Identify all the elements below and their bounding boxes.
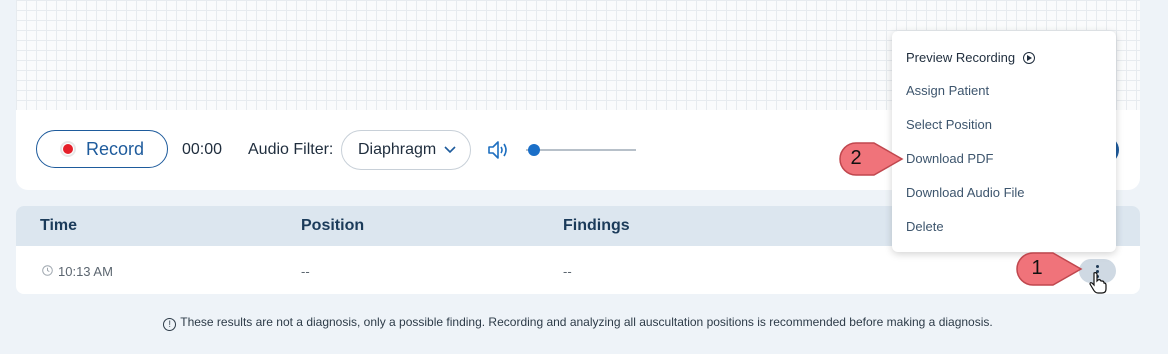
row-time: 10:13 AM <box>58 264 113 279</box>
disclaimer-text: These results are not a diagnosis, only … <box>180 315 993 329</box>
record-label: Record <box>85 138 145 159</box>
menu-item-select-position[interactable]: Select Position <box>906 117 992 132</box>
volume-icon[interactable] <box>487 139 511 161</box>
row-findings: -- <box>563 264 572 279</box>
play-circle-icon <box>1022 52 1035 64</box>
menu-item-preview-recording[interactable]: Preview Recording <box>906 50 1035 65</box>
menu-item-download-pdf[interactable]: Download PDF <box>906 151 993 166</box>
row-position: -- <box>301 264 310 279</box>
callout-1-number: 1 <box>1031 257 1043 279</box>
chevron-down-icon <box>444 143 456 157</box>
header-findings: Findings <box>563 217 630 234</box>
header-position: Position <box>301 217 365 234</box>
audio-filter-select[interactable]: Diaphragm <box>341 130 471 170</box>
audio-filter-label: Audio Filter: <box>248 141 334 158</box>
record-icon <box>59 141 76 157</box>
disclaimer: ! These results are not a diagnosis, only… <box>0 315 1156 331</box>
header-time: Time <box>40 217 78 234</box>
volume-slider-thumb[interactable] <box>527 144 540 156</box>
callout-2-number: 2 <box>850 147 862 169</box>
menu-item-download-audio[interactable]: Download Audio File <box>906 185 1025 200</box>
info-icon: ! <box>163 318 177 331</box>
menu-item-label: Preview Recording <box>906 50 1016 65</box>
record-button[interactable]: Record <box>36 130 168 168</box>
recording-timer: 00:00 <box>182 141 223 158</box>
menu-item-assign-patient[interactable]: Assign Patient <box>906 83 989 98</box>
menu-item-delete[interactable]: Delete <box>906 219 944 234</box>
row-actions-menu: Preview Recording Assign Patient Select … <box>892 31 1116 252</box>
clock-icon <box>42 265 53 276</box>
hand-cursor-icon <box>1089 272 1107 294</box>
audio-filter-value: Diaphragm <box>358 141 437 158</box>
volume-slider[interactable] <box>526 144 636 156</box>
